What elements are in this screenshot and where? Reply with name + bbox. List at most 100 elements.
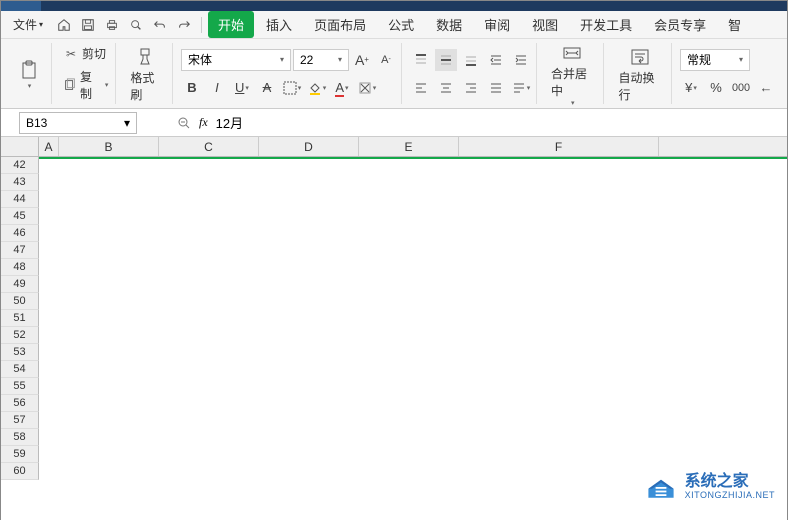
tab-devtools[interactable]: 开发工具	[570, 11, 642, 38]
row-header[interactable]: 45	[1, 208, 39, 225]
tab-view[interactable]: 视图	[522, 11, 568, 38]
indent-increase-button[interactable]	[510, 49, 532, 71]
align-center-button[interactable]	[435, 77, 457, 99]
chevron-down-icon: ▾	[739, 55, 743, 64]
decimal-button[interactable]: ←	[755, 77, 777, 99]
align-left-button[interactable]	[410, 77, 432, 99]
italic-button[interactable]: I	[206, 77, 228, 99]
row-header[interactable]: 57	[1, 412, 39, 429]
tab-data[interactable]: 数据	[426, 11, 472, 38]
home-icon[interactable]	[53, 14, 75, 36]
chevron-down-icon: ▾	[280, 55, 284, 64]
redo-icon[interactable]	[173, 14, 195, 36]
file-menu-label: 文件	[13, 16, 37, 33]
row-header[interactable]: 58	[1, 429, 39, 446]
formula-input[interactable]	[208, 112, 787, 134]
merge-group: 合并居中▾	[541, 43, 605, 104]
select-all-corner[interactable]	[1, 137, 39, 157]
clear-format-button[interactable]: ▾	[356, 77, 378, 99]
orientation-button[interactable]: ▾	[510, 77, 532, 99]
row-header[interactable]: 46	[1, 225, 39, 242]
row-header[interactable]: 52	[1, 327, 39, 344]
row-header[interactable]: 43	[1, 174, 39, 191]
fx-icon[interactable]: fx	[199, 115, 208, 130]
watermark-cn: 系统之家	[685, 473, 775, 491]
currency-button[interactable]: ¥▾	[680, 77, 702, 99]
align-bottom-button[interactable]	[460, 49, 482, 71]
print-icon[interactable]	[101, 14, 123, 36]
paste-button[interactable]: ▾	[11, 56, 47, 92]
align-right-button[interactable]	[460, 77, 482, 99]
row-header[interactable]: 50	[1, 293, 39, 310]
column-header[interactable]: A	[39, 137, 59, 156]
column-header[interactable]: B	[59, 137, 159, 156]
row-header[interactable]: 47	[1, 242, 39, 259]
font-size-select[interactable]: 22 ▾	[293, 49, 349, 71]
wrap-group: 自动换行	[608, 43, 672, 104]
title-bar	[1, 1, 787, 11]
format-painter-button[interactable]: 格式刷	[124, 43, 168, 105]
zoom-out-icon[interactable]	[177, 116, 191, 130]
watermark-en: XITONGZHIJIA.NET	[685, 491, 775, 501]
preview-icon[interactable]	[125, 14, 147, 36]
font-size-value: 22	[300, 53, 313, 67]
strikethrough-button[interactable]: A	[256, 77, 278, 99]
comma-button[interactable]: 000	[730, 77, 752, 99]
undo-icon[interactable]	[149, 14, 171, 36]
row-header[interactable]: 56	[1, 395, 39, 412]
tab-insert[interactable]: 插入	[256, 11, 302, 38]
underline-button[interactable]: U▾	[231, 77, 253, 99]
row-header[interactable]: 51	[1, 310, 39, 327]
row-header[interactable]: 49	[1, 276, 39, 293]
chevron-down-icon: ▾	[28, 82, 32, 90]
decrease-font-button[interactable]: A-	[375, 49, 397, 71]
chevron-down-icon: ▾	[105, 81, 109, 89]
formatpainter-group: 格式刷	[120, 43, 173, 104]
tab-formula[interactable]: 公式	[378, 11, 424, 38]
chevron-down-icon: ▾	[124, 116, 130, 130]
wrap-label: 自动换行	[618, 69, 661, 103]
row-header[interactable]: 48	[1, 259, 39, 276]
increase-font-button[interactable]: A+	[351, 49, 373, 71]
wrap-text-button[interactable]: 自动换行	[612, 43, 667, 105]
tab-start[interactable]: 开始	[208, 11, 254, 38]
row-header[interactable]: 54	[1, 361, 39, 378]
name-box[interactable]: B13 ▾	[19, 112, 137, 134]
tab-pagelayout[interactable]: 页面布局	[304, 11, 376, 38]
border-button[interactable]: ▾	[281, 77, 303, 99]
copy-button[interactable]: 复制 ▾	[60, 66, 111, 104]
number-format-select[interactable]: 常规 ▾	[680, 49, 750, 71]
column-header[interactable]: D	[259, 137, 359, 156]
row-header[interactable]: 53	[1, 344, 39, 361]
column-header[interactable]: F	[459, 137, 659, 156]
paste-group: ▾	[7, 43, 52, 104]
align-justify-button[interactable]	[485, 77, 507, 99]
cut-button[interactable]: ✂ 剪切	[60, 43, 111, 64]
tab-smart[interactable]: 智	[718, 11, 751, 38]
file-menu[interactable]: 文件 ▾	[5, 13, 51, 36]
percent-button[interactable]: %	[705, 77, 727, 99]
row-header[interactable]: 60	[1, 463, 39, 480]
align-middle-button[interactable]	[435, 49, 457, 71]
spreadsheet-grid[interactable]: ABCDEF 424344454647484950515253545556575…	[1, 137, 787, 521]
row-header[interactable]: 59	[1, 446, 39, 463]
merge-center-button[interactable]: 合并居中▾	[545, 39, 600, 109]
row-header[interactable]: 55	[1, 378, 39, 395]
save-icon[interactable]	[77, 14, 99, 36]
row-header[interactable]: 42	[1, 157, 39, 174]
indent-decrease-button[interactable]	[485, 49, 507, 71]
font-name-select[interactable]: 宋体 ▾	[181, 49, 291, 71]
formula-bar: B13 ▾ fx	[1, 109, 787, 137]
fill-color-button[interactable]: ▾	[306, 77, 328, 99]
copy-icon	[63, 77, 77, 93]
align-top-button[interactable]	[410, 49, 432, 71]
column-header[interactable]: E	[359, 137, 459, 156]
titlebar-tab[interactable]	[1, 1, 41, 11]
row-header[interactable]: 44	[1, 191, 39, 208]
tab-review[interactable]: 审阅	[474, 11, 520, 38]
tab-member[interactable]: 会员专享	[644, 11, 716, 38]
column-header[interactable]: C	[159, 137, 259, 156]
align-group: ▾	[406, 43, 537, 104]
bold-button[interactable]: B	[181, 77, 203, 99]
font-color-button[interactable]: A▾	[331, 77, 353, 99]
